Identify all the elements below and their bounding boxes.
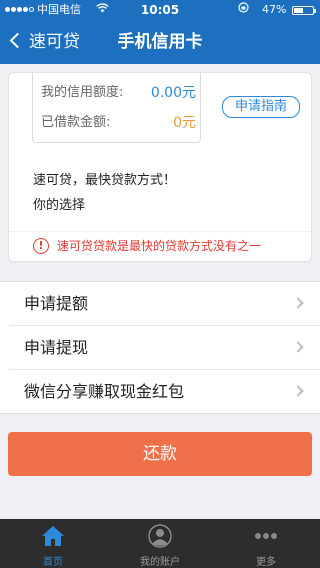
- navigation-bar: 速可贷 手机信用卡: [0, 20, 320, 64]
- user-icon: [148, 524, 172, 548]
- intro-line-2: 你的选择: [33, 198, 86, 213]
- tab-my-account[interactable]: 我的账户: [107, 519, 213, 568]
- more-icon: [255, 533, 277, 539]
- chevron-right-icon: [292, 385, 304, 397]
- back-button[interactable]: 速可贷: [6, 20, 80, 64]
- repay-button[interactable]: 还款: [8, 432, 312, 476]
- rotation-lock-icon: [238, 0, 249, 20]
- chevron-right-icon: [292, 341, 304, 353]
- tab-label: 我的账户: [140, 557, 180, 568]
- borrowed-amount-value: 0元: [173, 115, 196, 131]
- battery-icon: [292, 6, 316, 15]
- exclamation-icon: !: [33, 238, 49, 254]
- credit-limit-row: 我的信用额度: 0.00元: [41, 83, 196, 103]
- tab-label: 首页: [43, 557, 63, 568]
- top-bar: 中国电信 10:05 47% 速可贷 手机信用卡: [0, 0, 320, 64]
- list-item-apply-withdraw[interactable]: 申请提现: [0, 326, 320, 370]
- borrowed-amount-label: 已借款金额:: [41, 115, 111, 130]
- warning-notice: ! 速可贷贷款是最快的贷款方式没有之一: [9, 231, 311, 261]
- list-item-label: 申请提现: [24, 338, 89, 357]
- tab-home[interactable]: 首页: [0, 519, 106, 568]
- list-item-apply-increase[interactable]: 申请提额: [0, 282, 320, 326]
- status-bar: 中国电信 10:05 47%: [0, 0, 320, 20]
- battery-percent: 47%: [262, 3, 287, 16]
- credit-summary: 我的信用额度: 0.00元 已借款金额: 0元: [32, 73, 201, 143]
- tab-more[interactable]: 更多: [213, 519, 319, 568]
- tab-label: 更多: [256, 557, 276, 568]
- credit-limit-value: 0.00元: [150, 85, 196, 101]
- action-list: 申请提额 申请提现 微信分享赚取现金红包: [0, 281, 320, 414]
- application-guide-button[interactable]: 申请指南: [222, 96, 300, 118]
- credit-limit-label: 我的信用额度:: [41, 85, 124, 100]
- chevron-right-icon: [292, 297, 304, 309]
- home-icon: [42, 526, 64, 546]
- warning-text: 速可贷贷款是最快的贷款方式没有之一: [57, 239, 262, 253]
- borrowed-amount-row: 已借款金额: 0元: [41, 113, 196, 133]
- chevron-left-icon: [9, 32, 26, 49]
- list-item-label: 微信分享赚取现金红包: [24, 382, 185, 401]
- intro-line-1: 速可贷，最快贷款方式！: [33, 173, 177, 188]
- list-item-wechat-share[interactable]: 微信分享赚取现金红包: [0, 370, 320, 414]
- back-label: 速可贷: [29, 32, 80, 52]
- tab-bar: 首页 我的账户 更多: [0, 519, 320, 568]
- list-item-label: 申请提额: [24, 294, 89, 313]
- credit-card-panel: 我的信用额度: 0.00元 已借款金额: 0元 申请指南 速可贷，最快贷款方式！…: [8, 72, 312, 262]
